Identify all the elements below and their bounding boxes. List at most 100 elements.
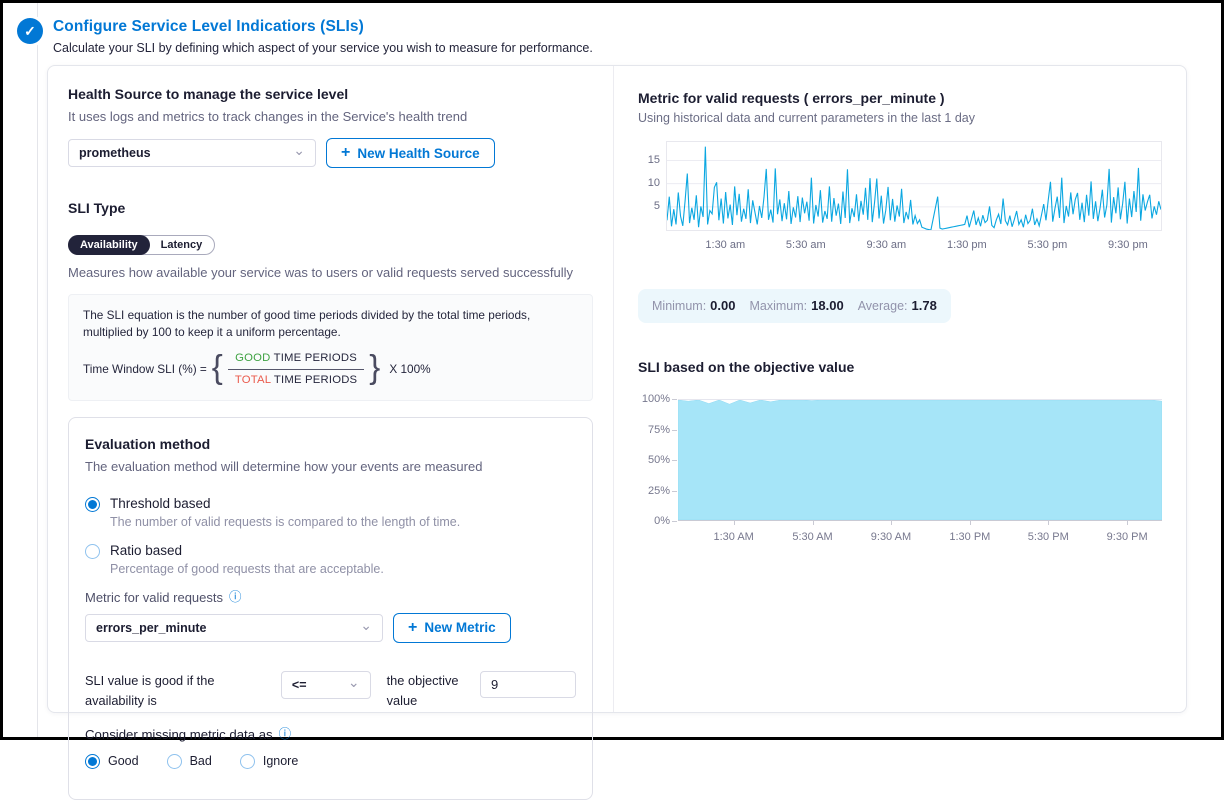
- evaluation-subtitle: The evaluation method will determine how…: [85, 459, 576, 474]
- operator-select[interactable]: <= ⌄: [281, 671, 371, 699]
- average-value: 1.78: [912, 298, 937, 313]
- new-health-source-label: New Health Source: [357, 146, 479, 161]
- maximum-label: Maximum:: [749, 299, 807, 313]
- metric-chart-title: Metric for valid requests ( errors_per_m…: [638, 90, 1166, 106]
- close-brace: }: [369, 367, 380, 371]
- average-label: Average:: [858, 299, 908, 313]
- equation-fraction: GOOD TIME PERIODS TOTAL TIME PERIODS: [228, 350, 364, 388]
- axis-tick: [672, 491, 677, 492]
- axis-tick-label: 9:30 PM: [1095, 531, 1159, 543]
- axis-tick-label: 10: [638, 177, 660, 189]
- axis-tick-label: 9:30 am: [854, 239, 918, 251]
- metric-chart-subtitle: Using historical data and current parame…: [638, 111, 1166, 125]
- missing-data-label: Consider missing metric data as: [85, 727, 273, 742]
- axis-tick-label: 75%: [638, 424, 670, 436]
- total-highlight: TOTAL: [235, 374, 271, 386]
- objective-value-input[interactable]: [480, 671, 576, 698]
- evaluation-heading: Evaluation method: [85, 436, 576, 452]
- denominator-rest: TIME PERIODS: [271, 374, 358, 386]
- axis-tick-label: 5:30 am: [774, 239, 838, 251]
- axis-tick: [734, 521, 735, 525]
- sli-type-description: Measures how available your service was …: [68, 265, 593, 280]
- page-title: Configure Service Level Indicatiors (SLI…: [53, 18, 593, 36]
- toggle-latency[interactable]: Latency: [149, 236, 215, 254]
- health-source-select-value: prometheus: [79, 146, 151, 160]
- missing-good-label: Good: [108, 754, 139, 768]
- metric-select-value: errors_per_minute: [96, 621, 206, 635]
- new-metric-button[interactable]: + New Metric: [393, 613, 511, 643]
- stepper-line: [37, 3, 38, 737]
- sli-equation-box: The SLI equation is the number of good t…: [68, 294, 593, 401]
- axis-tick-label: 5: [638, 200, 660, 212]
- info-icon[interactable]: ⓘ: [229, 591, 242, 604]
- sli-condition-prefix: SLI value is good if the availability is: [85, 671, 265, 711]
- sli-chart-title: SLI based on the objective value: [638, 359, 1166, 375]
- axis-tick: [1127, 521, 1128, 525]
- right-column: Metric for valid requests ( errors_per_m…: [614, 66, 1186, 712]
- axis-tick: [672, 399, 677, 400]
- ratio-based-desc: Percentage of good requests that are acc…: [110, 562, 576, 576]
- health-source-select[interactable]: prometheus ⌄: [68, 139, 316, 167]
- axis-tick-label: 9:30 pm: [1096, 239, 1160, 251]
- minimum-value: 0.00: [710, 298, 735, 313]
- new-health-source-button[interactable]: + New Health Source: [326, 138, 495, 168]
- radio-missing-good[interactable]: [85, 754, 100, 769]
- plus-icon: +: [408, 620, 417, 636]
- sli-configuration-page: { "icons": { "check": "✓", "chevron": "⌄…: [0, 0, 1224, 740]
- metric-select[interactable]: errors_per_minute ⌄: [85, 614, 383, 642]
- missing-bad-label: Bad: [190, 754, 212, 768]
- axis-tick-label: 1:30 am: [693, 239, 757, 251]
- axis-tick: [1048, 521, 1049, 525]
- page-subtitle: Calculate your SLI by defining which asp…: [53, 41, 593, 55]
- axis-tick: [891, 521, 892, 525]
- axis-tick-label: 50%: [638, 454, 670, 466]
- sli-type-heading: SLI Type: [68, 200, 593, 216]
- maximum-value: 18.00: [811, 298, 844, 313]
- step-complete-check-icon: ✓: [17, 18, 43, 44]
- sli-config-card: Health Source to manage the service leve…: [47, 65, 1187, 713]
- radio-missing-bad[interactable]: [167, 754, 182, 769]
- axis-tick-label: 1:30 PM: [938, 531, 1002, 543]
- axis-tick-label: 0%: [638, 515, 670, 527]
- equation-formula: Time Window SLI (%) = { GOOD TIME PERIOD…: [83, 350, 578, 388]
- radio-missing-ignore[interactable]: [240, 754, 255, 769]
- plus-icon: +: [341, 145, 350, 161]
- toggle-availability[interactable]: Availability: [68, 235, 150, 255]
- evaluation-method-box: Evaluation method The evaluation method …: [68, 417, 593, 800]
- axis-tick: [813, 521, 814, 525]
- new-metric-label: New Metric: [424, 620, 495, 635]
- equation-lhs: Time Window SLI (%) =: [83, 361, 207, 378]
- minimum-label: Minimum:: [652, 299, 706, 313]
- info-icon[interactable]: ⓘ: [279, 728, 292, 741]
- metric-chart: 510151:30 am5:30 am9:30 am1:30 pm5:30 pm…: [638, 141, 1166, 263]
- axis-tick-label: 15: [638, 154, 660, 166]
- good-highlight: GOOD: [235, 352, 270, 364]
- axis-tick: [672, 460, 677, 461]
- open-brace: {: [212, 367, 223, 371]
- step-header: ✓ Configure Service Level Indicatiors (S…: [17, 18, 593, 55]
- operator-select-value: <=: [292, 678, 307, 692]
- sli-objective-chart-plot: [678, 399, 1162, 521]
- numerator-rest: TIME PERIODS: [270, 352, 357, 364]
- missing-ignore-label: Ignore: [263, 754, 298, 768]
- metric-valid-requests-label: Metric for valid requests: [85, 590, 223, 605]
- axis-tick: [672, 430, 677, 431]
- sli-condition-middle: the objective value: [387, 671, 464, 711]
- radio-ratio-based[interactable]: [85, 544, 100, 559]
- sli-type-toggle: Availability Latency: [68, 235, 215, 255]
- equation-rhs: X 100%: [389, 361, 430, 378]
- ratio-based-label: Ratio based: [110, 543, 182, 558]
- radio-threshold-based[interactable]: [85, 497, 100, 512]
- axis-tick-label: 5:30 PM: [1016, 531, 1080, 543]
- axis-tick-label: 100%: [638, 393, 670, 405]
- axis-tick: [970, 521, 971, 525]
- fraction-numerator: GOOD TIME PERIODS: [228, 350, 364, 369]
- left-column: Health Source to manage the service leve…: [48, 66, 614, 712]
- health-source-subtitle: It uses logs and metrics to track change…: [68, 109, 593, 124]
- threshold-based-label: Threshold based: [110, 496, 211, 511]
- threshold-based-desc: The number of valid requests is compared…: [110, 515, 576, 529]
- axis-tick-label: 1:30 pm: [935, 239, 999, 251]
- metric-chart-plot: [666, 141, 1162, 231]
- health-source-heading: Health Source to manage the service leve…: [68, 86, 593, 102]
- metric-stats-pill: Minimum: 0.00 Maximum: 18.00 Average: 1.78: [638, 289, 951, 323]
